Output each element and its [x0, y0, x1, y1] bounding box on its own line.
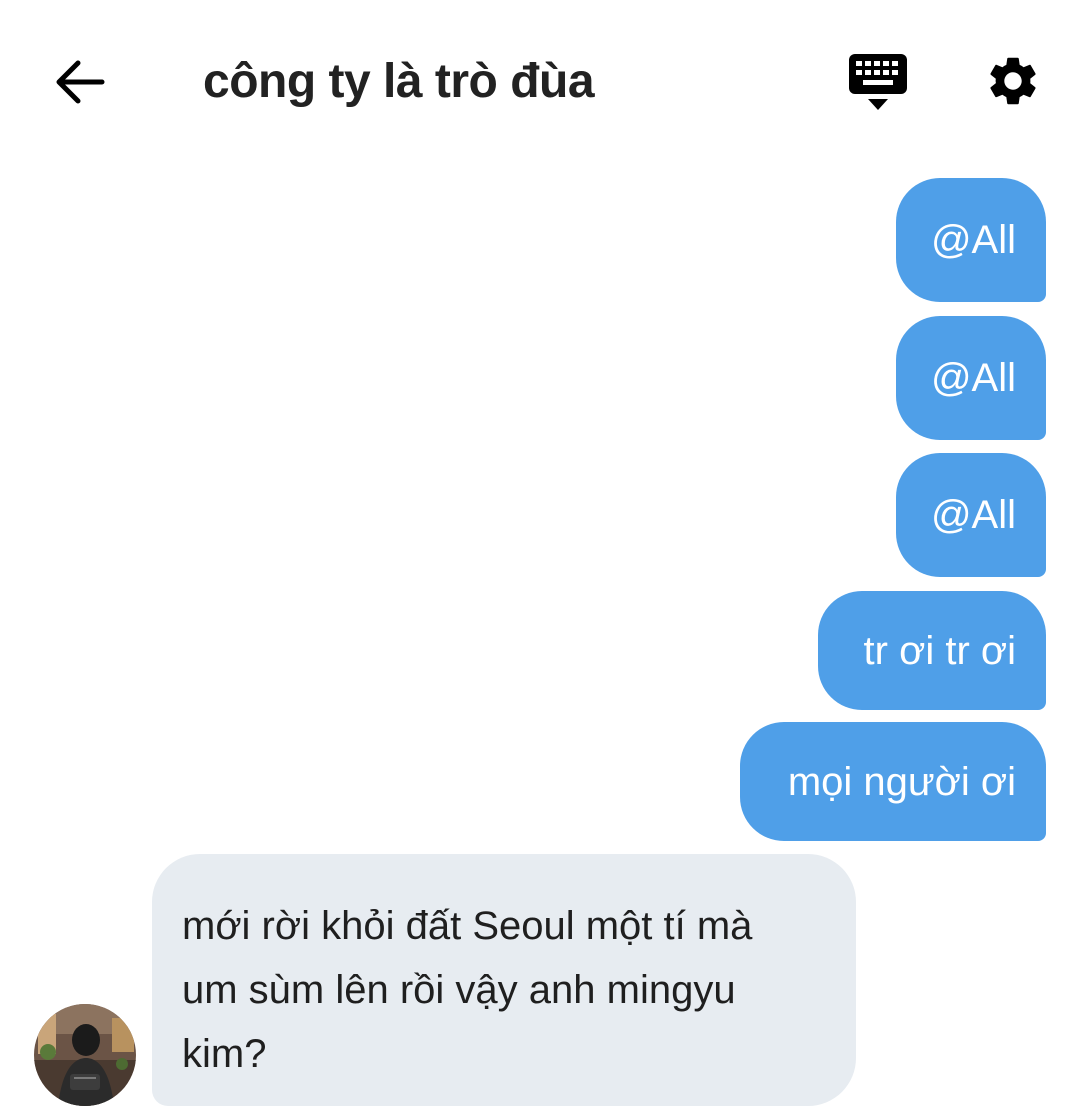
message-text: tr ơi tr ơi	[863, 628, 1016, 673]
outgoing-message[interactable]: tr ơi tr ơi	[818, 591, 1046, 710]
message-text: @All	[930, 493, 1016, 537]
message-text-line: kim?	[182, 1032, 267, 1076]
user-avatar-icon	[34, 1004, 136, 1106]
chat-title: công ty là trò đùa	[203, 55, 595, 108]
settings-button[interactable]	[982, 52, 1044, 110]
back-button[interactable]	[50, 52, 110, 112]
chat-header: công ty là trò đùa	[0, 0, 1080, 160]
message-text: @All	[930, 356, 1016, 400]
sender-avatar[interactable]	[34, 1004, 136, 1106]
message-text: @All	[930, 218, 1016, 262]
outgoing-message[interactable]: @All	[896, 316, 1046, 440]
arrow-left-icon	[56, 60, 105, 104]
keyboard-toggle-button[interactable]	[846, 52, 910, 112]
message-text-line: um sùm lên rồi vậy anh mingyu	[182, 968, 736, 1012]
outgoing-message[interactable]: mọi người ơi	[740, 722, 1046, 841]
message-text-line: mới rời khỏi đất Seoul một tí mà	[182, 904, 753, 948]
incoming-message[interactable]: mới rời khỏi đất Seoul một tí mà um sùm …	[152, 854, 856, 1106]
outgoing-message[interactable]: @All	[896, 178, 1046, 302]
outgoing-message[interactable]: @All	[896, 453, 1046, 577]
message-text: mọi người ơi	[787, 759, 1016, 804]
keyboard-hide-icon	[849, 54, 907, 110]
gear-icon	[990, 57, 1036, 105]
